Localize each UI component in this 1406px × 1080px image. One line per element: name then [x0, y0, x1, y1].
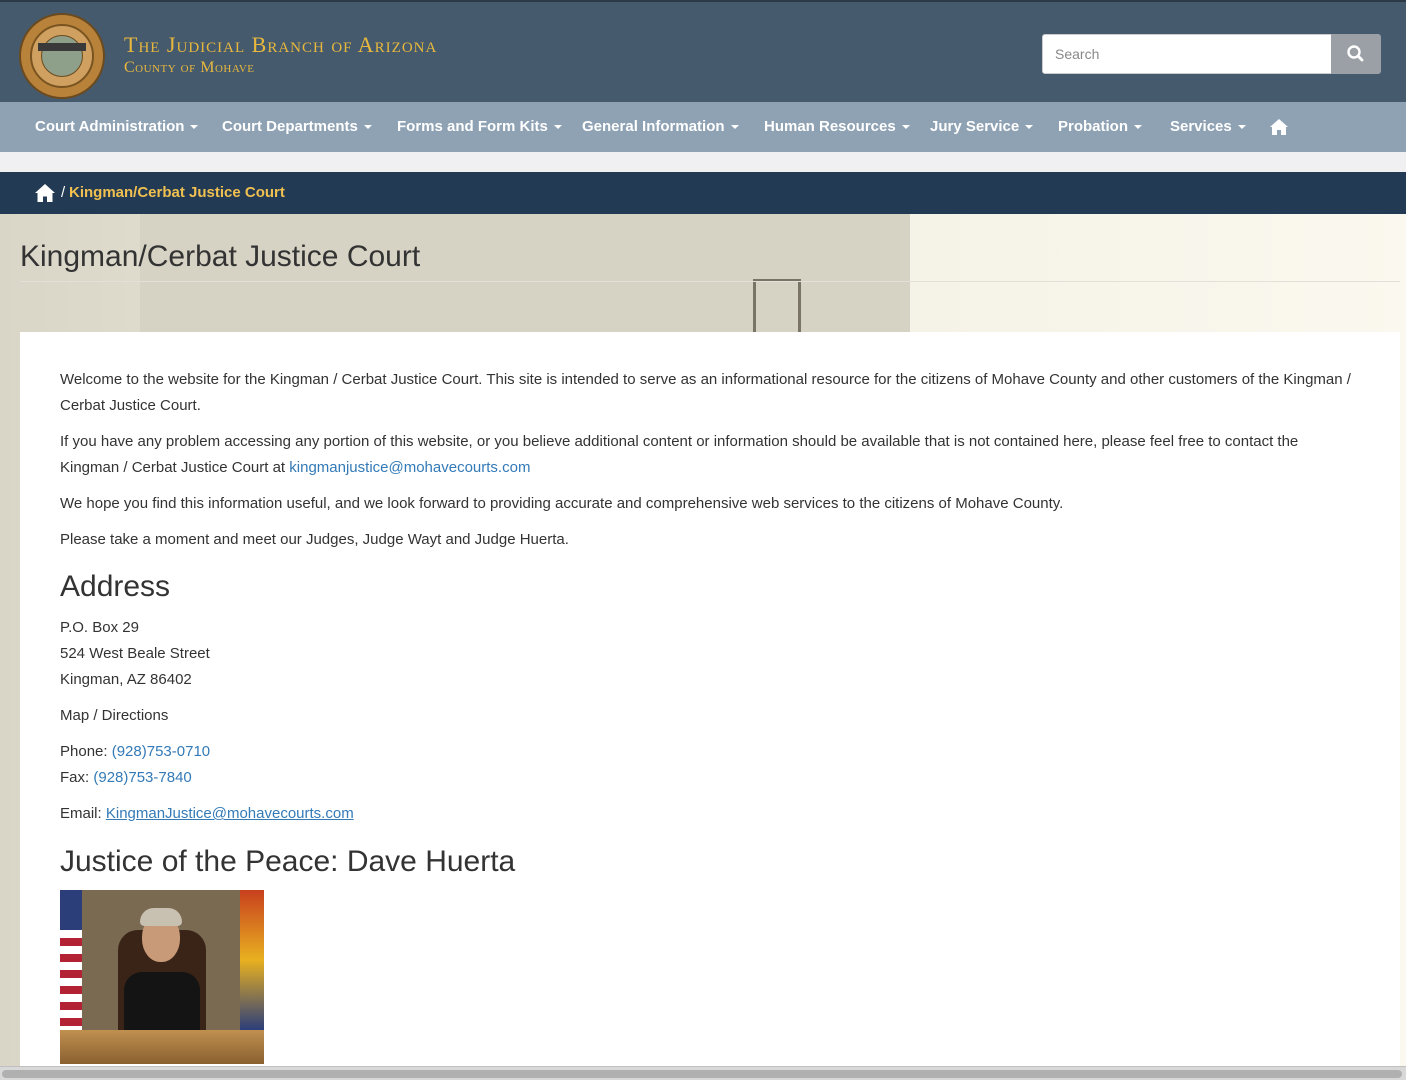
map-directions-link[interactable]: Map / Directions	[60, 707, 168, 724]
fax-link[interactable]: (928)753-7840	[93, 769, 191, 786]
search-icon	[1347, 45, 1364, 62]
nav-item-label: Forms and Form Kits	[397, 118, 548, 135]
intro-paragraph-3: We hope you find this information useful…	[60, 495, 1064, 512]
contact-email-link[interactable]: kingmanjustice@mohavecourts.com	[289, 459, 530, 476]
arizona-seal-logo[interactable]	[19, 13, 105, 99]
email-link[interactable]: KingmanJustice@mohavecourts.com	[106, 805, 354, 822]
phone-label: Phone:	[60, 743, 108, 760]
judge-photo	[60, 890, 264, 1064]
scrollbar-thumb[interactable]	[2, 1070, 1402, 1078]
photo-robe	[124, 972, 200, 1030]
nav-item-label: Services	[1170, 118, 1232, 135]
seal-motto-band	[38, 43, 86, 51]
site-header: The Judicial Branch of Arizona County of…	[0, 0, 1406, 102]
nav-item-jury-service[interactable]: Jury Service	[930, 102, 1034, 152]
nav-item-label: Court Administration	[35, 118, 185, 135]
arizona-flag	[240, 890, 264, 1030]
address-line-2: 524 West Beale Street	[60, 645, 210, 662]
caret-down-icon	[1237, 125, 1246, 130]
address-line-3: Kingman, AZ 86402	[60, 671, 192, 688]
intro-paragraph-4: Please take a moment and meet our Judges…	[60, 531, 569, 548]
us-flag	[60, 890, 82, 1030]
caret-down-icon	[1025, 125, 1034, 130]
phone-line: Phone: (928)753-0710	[60, 743, 210, 760]
email-label: Email:	[60, 805, 102, 822]
nav-item-court-departments[interactable]: Court Departments	[222, 102, 372, 152]
photo-desk	[60, 1030, 264, 1064]
email-line: Email: KingmanJustice@mohavecourts.com	[60, 805, 354, 822]
address-heading: Address	[60, 570, 171, 603]
nav-item-human-resources[interactable]: Human Resources	[764, 102, 910, 152]
search-input[interactable]	[1042, 34, 1332, 74]
nav-item-label: Court Departments	[222, 118, 358, 135]
intro-paragraph-1: Welcome to the website for the Kingman /…	[60, 371, 1351, 414]
nav-item-services[interactable]: Services	[1170, 102, 1246, 152]
nav-item-forms[interactable]: Forms and Form Kits	[397, 102, 562, 152]
photo-hair	[140, 908, 182, 926]
caret-down-icon	[190, 125, 199, 130]
nav-spacer	[0, 152, 1406, 172]
search-button[interactable]	[1331, 34, 1381, 74]
site-subtitle: County of Mohave	[124, 59, 255, 76]
nav-item-label: Human Resources	[764, 118, 896, 135]
horizontal-scrollbar[interactable]	[0, 1066, 1406, 1080]
nav-item-label: General Information	[582, 118, 725, 135]
caret-down-icon	[553, 125, 562, 130]
address-line-1: P.O. Box 29	[60, 619, 139, 636]
divider	[20, 281, 1400, 282]
nav-item-probation[interactable]: Probation	[1058, 102, 1142, 152]
caret-down-icon	[1134, 125, 1142, 130]
judge-heading: Justice of the Peace: Dave Huerta	[60, 845, 516, 878]
fax-label: Fax:	[60, 769, 90, 786]
nav-item-general-information[interactable]: General Information	[582, 102, 739, 152]
seal-center	[41, 35, 83, 77]
caret-down-icon	[730, 125, 739, 130]
breadcrumb-current[interactable]: Kingman/Cerbat Justice Court	[69, 184, 285, 201]
intro-paragraph-2: If you have any problem accessing any po…	[60, 429, 1360, 481]
nav-item-label: Jury Service	[930, 118, 1020, 135]
breadcrumb: / Kingman/Cerbat Justice Court	[0, 172, 1406, 214]
page-title: Kingman/Cerbat Justice Court	[20, 240, 421, 273]
site-title[interactable]: The Judicial Branch of Arizona	[124, 32, 437, 58]
caret-down-icon	[363, 125, 372, 130]
breadcrumb-separator: /	[61, 184, 66, 201]
intro-paragraph-2-text: If you have any problem accessing any po…	[60, 433, 1299, 476]
background-window	[753, 279, 801, 339]
flag-canton	[60, 890, 82, 930]
nav-item-label: Probation	[1058, 118, 1128, 135]
nav-item-court-administration[interactable]: Court Administration	[35, 102, 199, 152]
fax-line: Fax: (928)753-7840	[60, 769, 192, 786]
main-navbar: Court Administration Court Departments F…	[0, 102, 1406, 152]
home-icon[interactable]	[1269, 118, 1289, 136]
phone-link[interactable]: (928)753-0710	[112, 743, 210, 760]
home-icon[interactable]	[34, 183, 56, 203]
caret-down-icon	[901, 125, 910, 130]
